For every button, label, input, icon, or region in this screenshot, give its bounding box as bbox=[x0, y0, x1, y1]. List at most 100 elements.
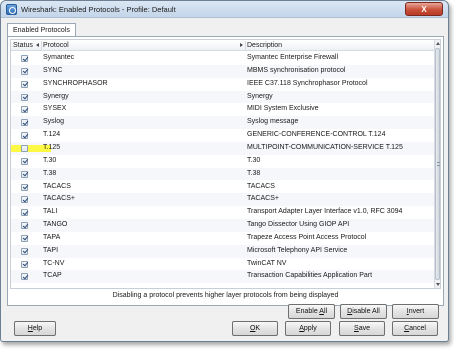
apply-button[interactable]: Apply bbox=[285, 321, 331, 336]
table-row[interactable]: SYNC MBMS synchronisation protocol bbox=[11, 64, 436, 78]
enabled-protocols-panel: Status Protocol Description Symantec Syma… bbox=[7, 36, 444, 319]
cancel-button[interactable]: Cancel bbox=[392, 321, 438, 336]
protocol-name: TACACS+ bbox=[43, 195, 75, 203]
column-divider[interactable] bbox=[245, 41, 246, 50]
enable-checkbox[interactable] bbox=[21, 157, 28, 165]
protocol-description: TACACS bbox=[247, 182, 275, 190]
enable-checkbox[interactable] bbox=[21, 247, 28, 255]
protocol-name: TACACS bbox=[43, 182, 71, 190]
disable-all-button[interactable]: Disable All bbox=[340, 304, 387, 319]
protocol-description: Transaction Capabilities Application Par… bbox=[247, 272, 373, 280]
ok-button[interactable]: OK bbox=[232, 321, 278, 336]
enable-checkbox[interactable] bbox=[21, 80, 28, 88]
table-row[interactable]: TALI Transport Adapter Layer Interface v1… bbox=[11, 206, 436, 219]
enable-checkbox[interactable] bbox=[21, 234, 28, 242]
protocol-description: MULTIPOINT-COMMUNICATION-SERVICE T.125 bbox=[247, 143, 403, 151]
enable-all-label-pre: Enable bbox=[295, 308, 320, 315]
protocol-name: T.124 bbox=[43, 131, 61, 139]
enable-all-label-post: ll bbox=[323, 308, 328, 315]
enable-checkbox[interactable] bbox=[21, 106, 28, 114]
protocol-name: TANGO bbox=[43, 221, 68, 229]
close-button[interactable]: X bbox=[405, 2, 443, 16]
protocol-description: Synergy bbox=[247, 92, 273, 100]
invert-label-post: nvert bbox=[408, 308, 425, 315]
protocol-name: Syslog bbox=[43, 118, 65, 126]
table-row[interactable]: T.38 T.38 bbox=[11, 167, 436, 181]
scroll-up-arrow-icon[interactable] bbox=[436, 42, 440, 45]
help-label-post: elp bbox=[32, 325, 43, 332]
protocol-description: MIDI System Exclusive bbox=[247, 105, 319, 113]
table-row[interactable]: Symantec Symantec Enterprise Firewall bbox=[11, 52, 436, 65]
vertical-scrollbar[interactable] bbox=[434, 40, 440, 288]
table-row[interactable]: TANGO Tango Dissector Using GIOP API bbox=[11, 219, 436, 232]
enable-checkbox[interactable] bbox=[21, 93, 28, 101]
list-header: Status Protocol Description bbox=[11, 40, 436, 51]
wireshark-app-icon bbox=[6, 4, 17, 15]
apply-label-post: pply bbox=[303, 325, 317, 332]
column-header-status[interactable]: Status bbox=[13, 40, 33, 51]
enable-checkbox[interactable] bbox=[21, 196, 28, 204]
save-button[interactable]: Save bbox=[339, 321, 385, 336]
enable-checkbox[interactable] bbox=[21, 222, 28, 230]
table-row[interactable]: T.30 T.30 bbox=[11, 155, 436, 168]
tab-enabled-protocols[interactable]: Enabled Protocols bbox=[7, 23, 76, 37]
enable-checkbox[interactable] bbox=[21, 55, 28, 62]
table-row[interactable]: TACACS TACACS bbox=[11, 181, 436, 194]
table-row[interactable]: SYSEX MIDI System Exclusive bbox=[11, 103, 436, 116]
protocol-description: MBMS synchronisation protocol bbox=[247, 66, 346, 74]
protocol-description: Tango Dissector Using GIOP API bbox=[247, 221, 350, 229]
enable-checkbox[interactable] bbox=[21, 209, 28, 217]
table-row[interactable]: T.125 MULTIPOINT-COMMUNICATION-SERVICE T.… bbox=[11, 141, 436, 155]
protocol-name: TC-NV bbox=[43, 259, 65, 267]
cancel-label-post: ancel bbox=[409, 325, 426, 332]
protocol-description: Microsoft Telephony API Service bbox=[247, 246, 348, 254]
invert-button[interactable]: Invert bbox=[392, 304, 439, 319]
disable-all-label-post: isable All bbox=[352, 308, 380, 315]
protocol-name: T.30 bbox=[43, 156, 57, 164]
protocol-name: TAPI bbox=[43, 246, 59, 254]
enable-checkbox[interactable] bbox=[21, 144, 28, 152]
help-button[interactable]: Help bbox=[14, 321, 56, 336]
protocol-name: TALI bbox=[43, 208, 58, 216]
scrollbar-thumb[interactable] bbox=[435, 48, 440, 280]
protocol-description: GENERIC-CONFERENCE-CONTROL T.124 bbox=[247, 131, 386, 139]
table-row[interactable]: TAPA Trapeze Access Point Access Protocol bbox=[11, 232, 436, 245]
enable-checkbox[interactable] bbox=[21, 273, 28, 281]
enable-checkbox[interactable] bbox=[21, 260, 28, 268]
protocol-name: Symantec bbox=[43, 54, 75, 61]
table-row[interactable]: T.124 GENERIC-CONFERENCE-CONTROL T.124 bbox=[11, 129, 436, 142]
sort-arrow-icon bbox=[36, 43, 39, 47]
table-row[interactable]: Synergy Synergy bbox=[11, 90, 436, 104]
column-header-description[interactable]: Description bbox=[247, 40, 282, 51]
column-resize-arrow-icon bbox=[240, 43, 243, 47]
protocol-name: TCAP bbox=[43, 272, 62, 280]
protocol-description: Transport Adapter Layer Interface v1.0, … bbox=[247, 208, 403, 216]
table-row[interactable]: TC-NV TwinCAT NV bbox=[11, 258, 436, 271]
table-row[interactable]: TCAP Transaction Capabilities Application… bbox=[11, 270, 436, 284]
ok-label-post: K bbox=[255, 325, 261, 332]
table-row[interactable]: Syslog Syslog message bbox=[11, 116, 436, 130]
enable-checkbox[interactable] bbox=[21, 183, 28, 191]
enable-all-button[interactable]: Enable All bbox=[288, 304, 335, 319]
column-header-protocol[interactable]: Protocol bbox=[43, 40, 69, 51]
table-row[interactable]: SYNCHROPHASOR IEEE C37.118 Synchrophasor … bbox=[11, 78, 436, 91]
enable-checkbox[interactable] bbox=[21, 119, 28, 127]
save-label-post: ave bbox=[358, 325, 370, 332]
table-row[interactable]: TACACS+ TACACS+ bbox=[11, 193, 436, 207]
title-bar: Wireshark: Enabled Protocols - Profile: … bbox=[1, 1, 448, 18]
enable-checkbox[interactable] bbox=[21, 67, 28, 75]
column-divider[interactable] bbox=[41, 41, 42, 50]
enable-checkbox[interactable] bbox=[21, 170, 28, 178]
enable-checkbox[interactable] bbox=[21, 132, 28, 140]
protocol-description: Syslog message bbox=[247, 118, 299, 126]
table-row[interactable]: TAPI Microsoft Telephony API Service bbox=[11, 244, 436, 258]
protocol-name: Synergy bbox=[43, 92, 69, 100]
protocol-name: TAPA bbox=[43, 233, 61, 241]
enabled-protocols-window: Wireshark: Enabled Protocols - Profile: … bbox=[0, 0, 449, 342]
protocol-description: TwinCAT NV bbox=[247, 259, 287, 267]
protocol-name: SYNCHROPHASOR bbox=[43, 79, 108, 87]
scroll-down-arrow-icon[interactable] bbox=[436, 283, 440, 286]
scrollbar-grip-icon bbox=[437, 162, 440, 166]
protocol-name: T.38 bbox=[43, 169, 57, 177]
protocol-description: TACACS+ bbox=[247, 195, 279, 203]
